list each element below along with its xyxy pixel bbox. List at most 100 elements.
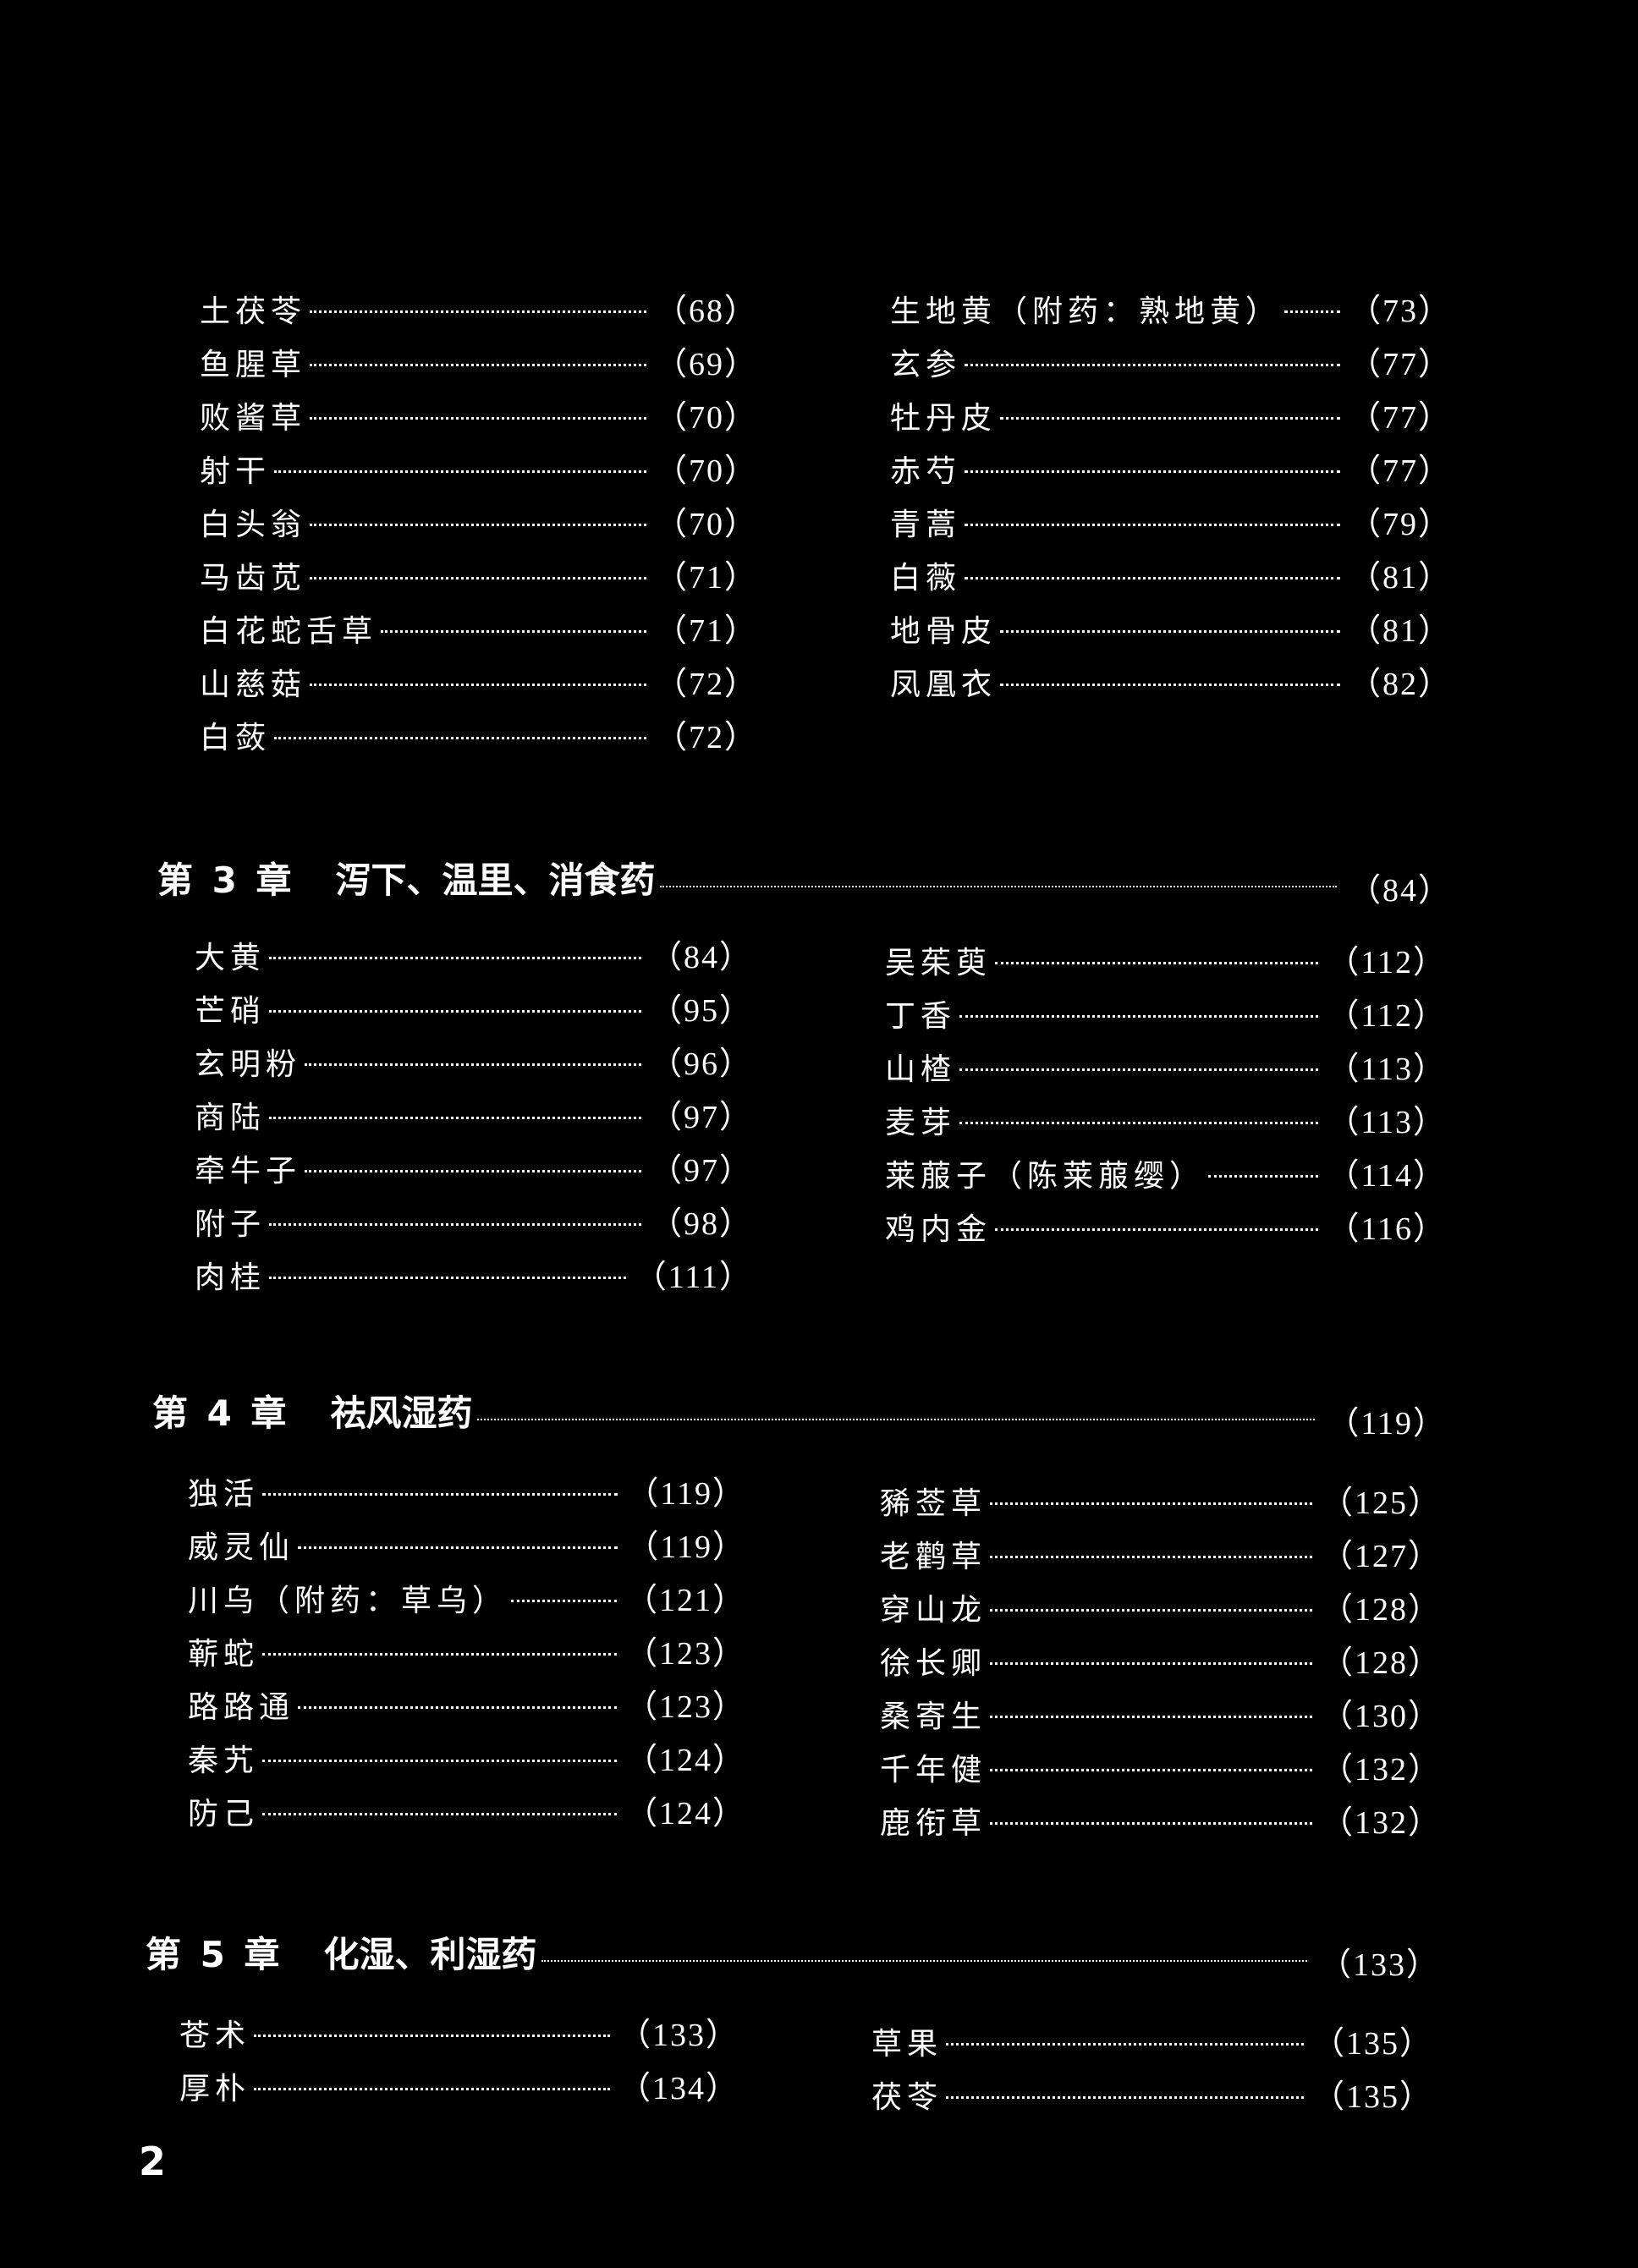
entry-name: 麦芽 <box>885 1106 957 1140</box>
entry-name: 徐长卿 <box>880 1646 987 1681</box>
entry-name: 败酱草 <box>200 401 307 436</box>
entry-page: 113 <box>1327 1044 1447 1095</box>
entry-name: 赤芍 <box>890 454 962 489</box>
entry-name: 茯苓 <box>871 2080 943 2115</box>
toc-entry: 山楂 113 <box>885 1044 1447 1095</box>
dot-leader <box>1000 630 1340 633</box>
dot-leader <box>946 2096 1304 2099</box>
entry-name: 白头翁 <box>200 508 307 542</box>
toc-entry: 附子 98 <box>195 1199 753 1249</box>
entry-page: 114 <box>1327 1150 1447 1201</box>
entry-page: 128 <box>1321 1638 1442 1689</box>
toc-entry: 芒硝 95 <box>195 986 753 1036</box>
entry-name: 苍术 <box>179 2018 251 2053</box>
entry-page: 70 <box>655 393 758 443</box>
entry-page: 132 <box>1321 1798 1442 1848</box>
entry-page: 70 <box>655 499 758 550</box>
dot-leader <box>541 1960 1307 1962</box>
dot-leader <box>959 1068 1319 1071</box>
entry-page: 132 <box>1321 1744 1442 1795</box>
dot-leader <box>990 1556 1312 1558</box>
entry-name: 防己 <box>188 1797 260 1831</box>
entry-name: 莱菔子（陈莱菔缨） <box>885 1159 1206 1194</box>
toc-entry: 川乌（附药：草乌） 121 <box>188 1575 746 1626</box>
toc-entry: 路路通 123 <box>188 1682 746 1733</box>
toc-entry: 麦芽 113 <box>885 1097 1447 1148</box>
toc-entry: 千年健 132 <box>880 1744 1442 1795</box>
toc-entry: 丁香 112 <box>885 991 1447 1041</box>
toc-entry: 莱菔子（陈莱菔缨） 114 <box>885 1150 1447 1201</box>
dot-leader <box>274 737 646 739</box>
toc-entry: 独活 119 <box>188 1469 746 1519</box>
toc-entry: 生地黄（附药：熟地黄） 73 <box>890 286 1452 337</box>
toc-entry: 败酱草 70 <box>200 393 758 443</box>
entry-name: 商陆 <box>195 1101 267 1135</box>
toc-entry: 厚朴 134 <box>179 2063 739 2114</box>
chapter-heading: 第 4 章 祛风湿药 119 <box>152 1384 1447 1443</box>
entry-name: 射干 <box>200 454 272 489</box>
chapter-label: 第 5 章 <box>146 1934 283 1975</box>
dot-leader <box>269 957 641 959</box>
dot-leader <box>262 1653 617 1656</box>
toc-entry: 蕲蛇 123 <box>188 1628 746 1679</box>
chapter-title: 泻下、温里、消食药 <box>335 859 656 901</box>
toc-entry: 商陆 97 <box>195 1092 753 1143</box>
entry-page: 81 <box>1349 552 1452 603</box>
entry-name: 千年健 <box>880 1753 987 1787</box>
entry-page: 68 <box>655 286 758 337</box>
entry-name: 玄参 <box>890 348 962 382</box>
entry-page: 116 <box>1327 1204 1447 1255</box>
dot-leader <box>298 1546 618 1549</box>
entry-name: 桑寄生 <box>880 1700 987 1734</box>
entry-page: 113 <box>1327 1097 1447 1148</box>
entry-page: 96 <box>650 1039 753 1090</box>
dot-leader <box>1000 684 1340 686</box>
entry-page: 121 <box>625 1575 746 1626</box>
entry-page: 123 <box>625 1628 746 1679</box>
entry-name: 丁香 <box>885 999 957 1034</box>
dot-leader <box>959 1122 1319 1124</box>
entry-page: 134 <box>618 2063 739 2114</box>
entry-page: 124 <box>625 1788 746 1839</box>
entry-page: 71 <box>655 552 758 603</box>
toc-entry: 茯苓 135 <box>871 2072 1433 2122</box>
dot-leader <box>269 1277 626 1279</box>
dot-leader <box>310 364 646 366</box>
dot-leader <box>310 577 646 579</box>
entry-page: 133 <box>618 2010 739 2061</box>
toc-entry: 苍术 133 <box>179 2010 739 2061</box>
entry-name: 草果 <box>871 2027 943 2062</box>
toc-entry: 玄明粉 96 <box>195 1039 753 1090</box>
entry-name: 凤凰衣 <box>890 667 998 702</box>
entry-name: 玄明粉 <box>195 1047 302 1082</box>
toc-entry: 桑寄生 130 <box>880 1691 1442 1742</box>
entry-page: 77 <box>1349 339 1452 390</box>
entry-name: 芒硝 <box>195 994 267 1029</box>
entry-page: 112 <box>1327 991 1447 1041</box>
dot-leader <box>305 1063 641 1066</box>
chapter-title: 祛风湿药 <box>330 1392 473 1434</box>
entry-name: 白薇 <box>890 561 962 596</box>
dot-leader <box>990 1716 1312 1718</box>
entry-page: 95 <box>650 986 753 1036</box>
dot-leader <box>262 1493 618 1496</box>
dot-leader <box>990 1502 1312 1505</box>
entry-page: 119 <box>626 1522 746 1573</box>
page-number: 2 <box>139 2139 167 2184</box>
dot-leader <box>990 1769 1312 1771</box>
entry-page: 130 <box>1321 1691 1442 1742</box>
entry-page: 81 <box>1349 606 1452 656</box>
entry-name: 独活 <box>188 1477 260 1512</box>
toc-entry: 地骨皮 81 <box>890 606 1452 656</box>
toc-entry: 白花蛇舌草 71 <box>200 606 758 656</box>
toc-entry: 白薇 81 <box>890 552 1452 603</box>
toc-entry: 鸡内金 116 <box>885 1204 1447 1255</box>
entry-name: 地骨皮 <box>890 614 998 649</box>
dot-leader <box>269 1117 641 1119</box>
toc-entry: 土茯苓 68 <box>200 286 758 337</box>
chapter-page: 119 <box>1327 1394 1447 1453</box>
entry-page: 135 <box>1312 2072 1433 2122</box>
entry-page: 69 <box>655 339 758 390</box>
dot-leader <box>274 470 646 473</box>
entry-name: 路路通 <box>188 1690 295 1725</box>
